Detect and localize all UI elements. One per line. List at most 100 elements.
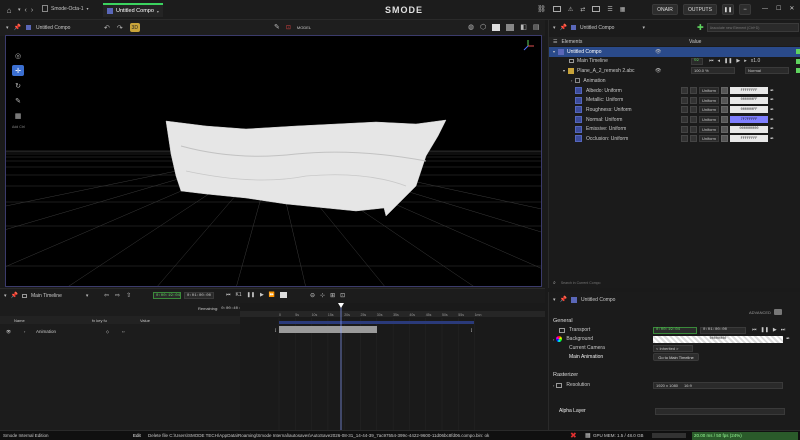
loop-icon[interactable]: ⊡ — [340, 292, 345, 299]
param-hex[interactable]: FFFFFFFF — [730, 135, 768, 143]
go-to-main-timeline-button[interactable]: Go to Main Timeline — [653, 353, 699, 361]
next-icon[interactable]: ▸ — [744, 58, 747, 64]
param-row[interactable]: Emissive: Uniform Uniform 000000000 ✒ — [549, 124, 800, 134]
advanced-toggle[interactable] — [773, 309, 782, 315]
keyframe-icon[interactable]: ◇ — [106, 329, 109, 334]
prev-icon[interactable]: ◂ — [718, 58, 721, 64]
camera-select[interactable]: < Inherited > — [653, 344, 693, 352]
timeline-tracks[interactable]: 0 5s 10s 15s 20s 25s 30s 35s 40s 45s 50s 55s 1mn [ ] — [240, 303, 545, 431]
param-type[interactable]: Uniform — [699, 106, 719, 114]
minus-button[interactable]: − — [739, 4, 751, 15]
transport-end-field[interactable]: 0:01:00:00 — [700, 326, 746, 334]
track-row[interactable]: 👁 › Animation ◇ ‹› — [0, 327, 275, 336]
param-row[interactable]: Roughness: Uniform Uniform 000000FF ✒ — [549, 105, 800, 115]
pause-icon[interactable]: ❚❚ — [724, 58, 732, 64]
grid-icon[interactable]: ▦ — [620, 6, 626, 13]
expand-icon[interactable]: › — [553, 337, 554, 342]
chevron-down-icon[interactable]: ▾ — [18, 7, 21, 13]
skip-end-icon[interactable]: ⏭ — [781, 327, 786, 333]
pause-button[interactable]: ❚❚ — [722, 4, 734, 15]
home-icon[interactable]: ⌂ — [4, 5, 14, 15]
link-icon[interactable]: ‹› — [122, 329, 125, 334]
eyedropper-icon[interactable]: ✒ — [770, 136, 774, 142]
move-icon[interactable]: ✛ — [12, 65, 24, 76]
param-row[interactable]: Normal: Uniform Uniform 7F7FFFFF ✒ — [549, 115, 800, 125]
pause-icon[interactable]: ❚❚ — [761, 327, 769, 333]
eyedropper-icon[interactable]: ✒ — [770, 107, 774, 113]
alpha-layer-field[interactable] — [655, 408, 785, 415]
zoom-icon[interactable]: ⊖ — [310, 292, 315, 299]
list-icon[interactable]: ☰ — [607, 6, 612, 13]
3d-icon[interactable]: 3D — [129, 23, 140, 32]
arrow-left-icon[interactable]: ⇦ — [104, 292, 109, 299]
arrow-right-icon[interactable]: ⇨ — [115, 292, 120, 299]
layers-icon[interactable]: ◧ — [520, 23, 527, 31]
share-icon[interactable]: ⇄ — [580, 6, 585, 13]
chevron-down-icon[interactable]: ▾ — [4, 293, 7, 299]
arrow-up-icon[interactable]: ⇧ — [126, 292, 131, 299]
rotate-icon[interactable]: ↻ — [12, 80, 24, 91]
add-icon[interactable]: ✚ — [697, 23, 704, 32]
chevron-down-icon[interactable]: ▾ — [553, 297, 556, 303]
error-icon[interactable]: ✖ — [570, 431, 577, 440]
play-icon[interactable]: ▶ — [773, 327, 777, 333]
eyedropper-icon[interactable]: ✒ — [770, 97, 774, 103]
image-icon[interactable] — [492, 23, 501, 31]
transport-time-field[interactable]: 0:00:19:04 — [653, 326, 697, 334]
chevron-down-icon[interactable]: ▾ — [86, 293, 89, 299]
mesh-shape[interactable] — [165, 119, 447, 217]
arrow-left-icon[interactable]: ‹ — [25, 7, 27, 14]
tree-row-model[interactable]: ▾ Plane_A_2_remesh 2.abc 👁 100.0 % Norma… — [549, 66, 800, 76]
viewport[interactable]: ◎ ✛ ↻ ✎ ▦ Add Ctrl — [5, 35, 542, 287]
param-type[interactable]: Uniform — [699, 125, 719, 133]
tree-row-compo[interactable]: ▾ Untitled Compo 👁 — [549, 47, 800, 57]
warning-icon[interactable]: ⚠ — [568, 6, 573, 13]
split-icon[interactable]: ▤ — [533, 23, 540, 31]
param-hex[interactable]: 000000FF — [730, 96, 768, 104]
skip-start-icon[interactable]: ⏮ — [226, 292, 231, 298]
param-hex[interactable]: FFFFFFFF — [730, 87, 768, 95]
expand-icon[interactable]: › — [24, 329, 25, 334]
checker-icon[interactable] — [506, 23, 515, 31]
tree-row-timeline[interactable]: Main Timeline 59 ⏮ ◂ ❚❚ ▶ ▸ x1.0 — [549, 57, 800, 67]
background-color-field[interactable]: 00000000 — [653, 335, 783, 343]
chevron-down-icon[interactable]: ▾ — [6, 25, 9, 31]
param-type[interactable]: Uniform — [699, 116, 719, 124]
param-row[interactable]: Metallic: Uniform Uniform 000000FF ✒ — [549, 96, 800, 106]
monitor-icon[interactable] — [552, 6, 561, 12]
redo-icon[interactable]: ↷ — [117, 24, 123, 32]
playback-rate[interactable]: x1.0 — [751, 58, 760, 64]
resolution-field[interactable]: 1920 x 1080 16:9 — [653, 381, 783, 389]
select-icon[interactable]: ◎ — [12, 50, 24, 61]
pause-icon[interactable]: ❚❚ — [247, 292, 255, 298]
play-icon[interactable]: ▶ — [736, 58, 740, 64]
param-hex[interactable]: 7F7FFFFF — [730, 116, 768, 124]
timeline-time-field[interactable]: 0:00:19:04 — [153, 292, 181, 299]
pin-icon[interactable]: 📌 — [14, 24, 21, 31]
chevron-down-icon[interactable]: ▾ — [642, 25, 645, 31]
layout-icon[interactable] — [592, 6, 601, 12]
eye-icon[interactable]: 👁 — [655, 68, 661, 74]
chevron-down-icon[interactable]: ▾ — [87, 6, 89, 11]
next-key-icon[interactable]: ⏩ — [269, 292, 275, 298]
fit-icon[interactable]: ⊞ — [330, 292, 335, 299]
minimize-icon[interactable]: — — [762, 6, 768, 12]
stop-icon[interactable] — [280, 292, 288, 298]
eyedropper-icon[interactable]: ✒ — [770, 126, 774, 132]
tree-row-animation[interactable]: › Animation — [549, 76, 800, 86]
blend-mode-select[interactable]: Normal — [745, 67, 789, 75]
arrow-right-icon[interactable]: › — [31, 7, 33, 14]
skip-start-icon[interactable]: ⏮ — [709, 58, 714, 64]
doc-tab[interactable]: Smode-Octa-1 ▾ — [42, 5, 89, 12]
associate-element-input[interactable] — [706, 23, 799, 32]
link-icon[interactable]: ⛓ — [537, 5, 546, 13]
onair-button[interactable]: ONAIR — [652, 4, 678, 15]
timeline-frame-field[interactable]: 59 — [691, 57, 703, 65]
expand-icon[interactable]: › — [553, 383, 554, 388]
undo-icon[interactable]: ↶ — [104, 24, 110, 32]
prev-key-icon[interactable]: K1 — [236, 292, 242, 298]
camera-icon[interactable]: ⊡ — [286, 24, 291, 31]
pin-icon[interactable]: 📌 — [560, 296, 567, 303]
eye-icon[interactable]: 👁 — [6, 329, 11, 334]
skip-start-icon[interactable]: ⏮ — [752, 327, 757, 333]
